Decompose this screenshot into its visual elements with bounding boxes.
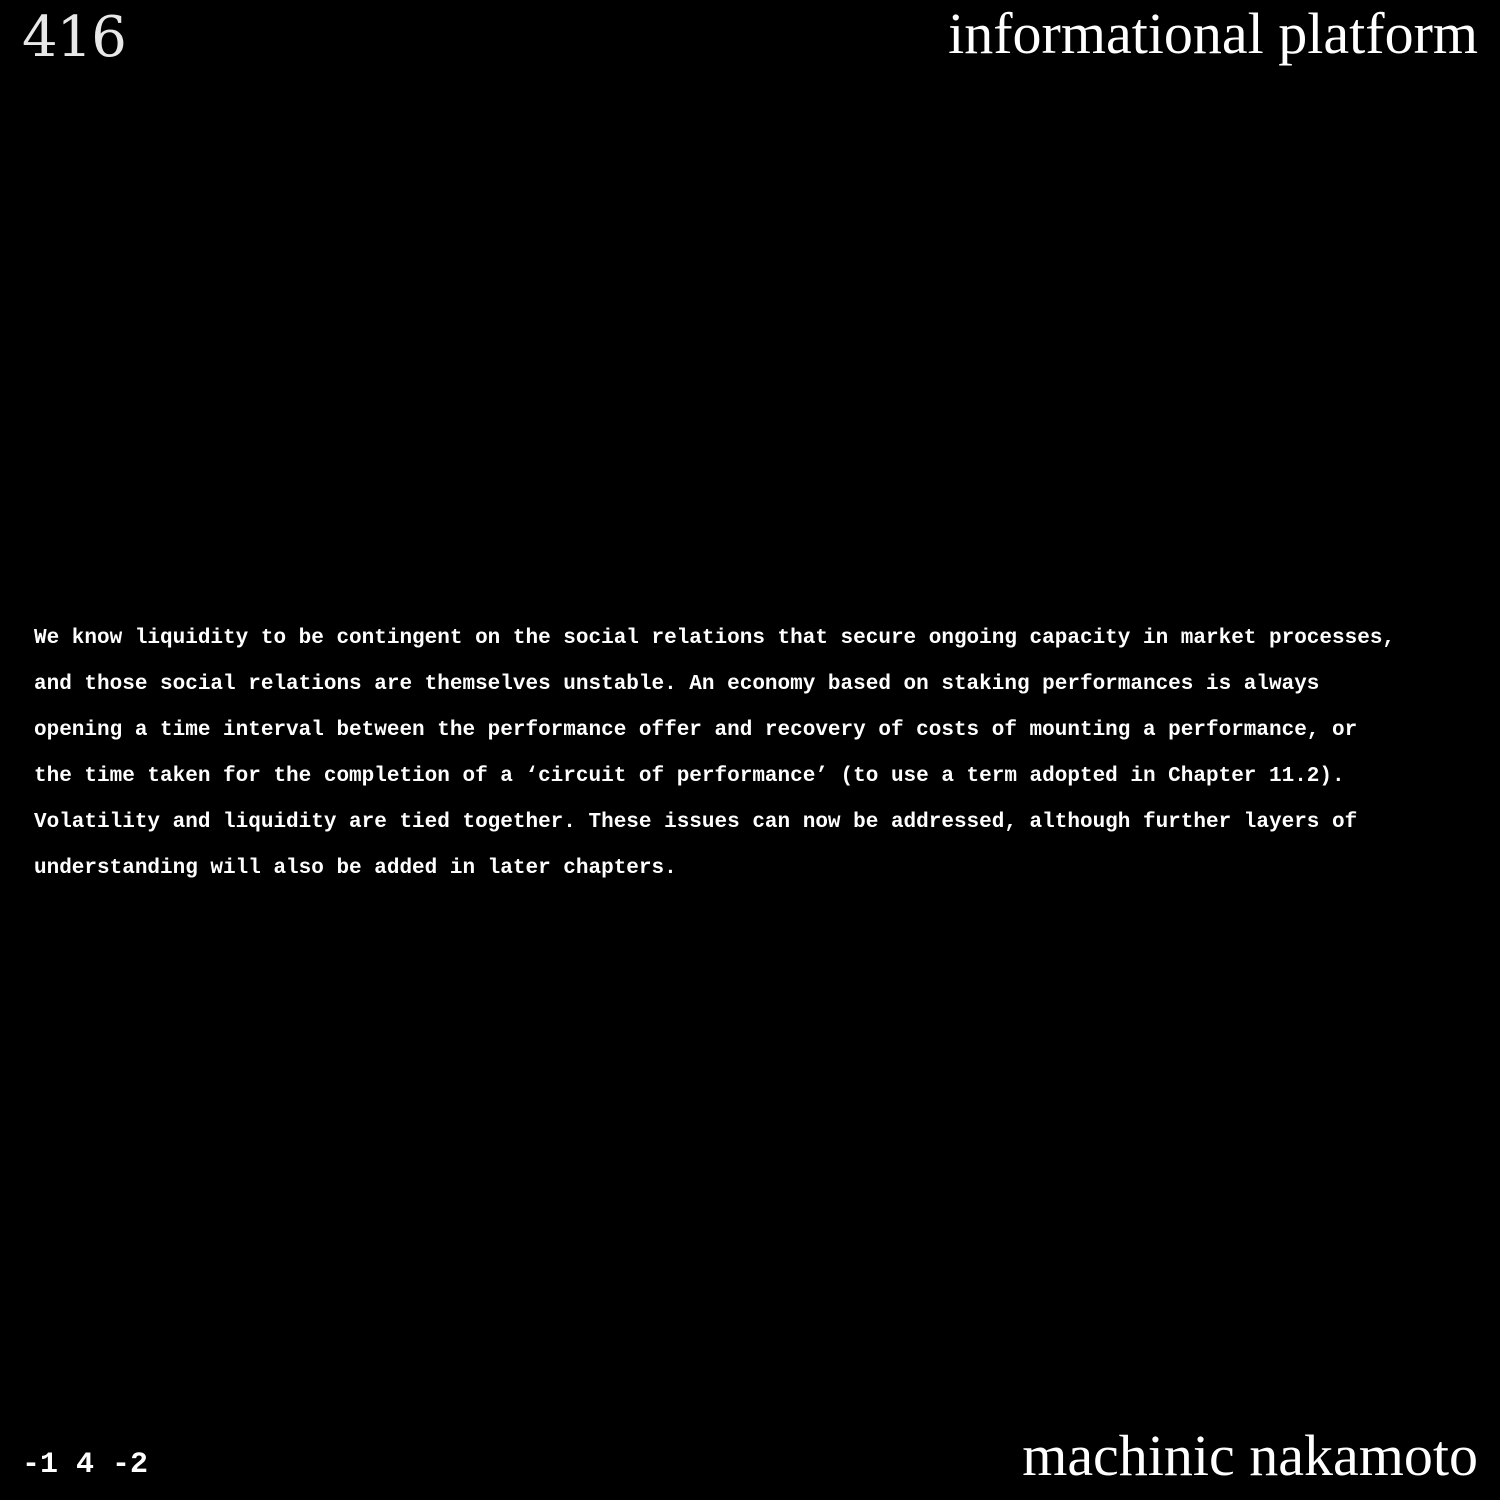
page-number: 416 <box>22 5 127 70</box>
section-title: informational platform <box>948 1 1478 66</box>
body-line: Volatility and liquidity are tied togeth… <box>34 811 1358 834</box>
body-paragraph: We know liquidity to be contingent on th… <box>34 616 1479 892</box>
footer-code: -1 4 -2 <box>22 1448 149 1482</box>
body-line: understanding will also be added in late… <box>34 857 677 880</box>
body-line: the time taken for the completion of a ‘… <box>34 765 1345 788</box>
body-line: We know liquidity to be contingent on th… <box>34 627 1396 650</box>
footer-author: machinic nakamoto <box>1022 1423 1478 1489</box>
body-line: opening a time interval between the perf… <box>34 719 1358 742</box>
body-line: and those social relations are themselve… <box>34 673 1320 696</box>
